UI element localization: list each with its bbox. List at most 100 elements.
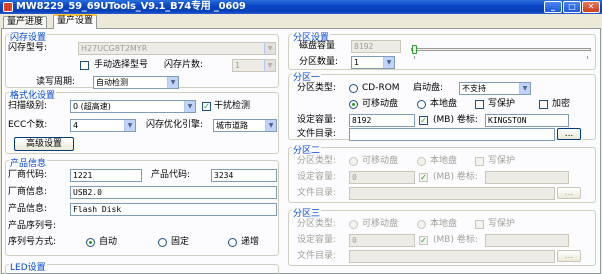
vendor-info-input[interactable]: USB2.0 — [70, 186, 277, 199]
set-capacity-input[interactable]: 8192 — [349, 114, 415, 127]
group-title: 格式化设置 — [9, 91, 57, 101]
removable-disk-label: 可移动盘 — [362, 99, 399, 109]
capacity-checkbox[interactable]: ✓ — [419, 116, 428, 125]
partition-settings-group: 分区设置 磁盘容量 8192 分区数量: 1 ▼ — [288, 34, 596, 70]
volume-label-input[interactable] — [485, 171, 569, 184]
group-title: 分区二 — [292, 146, 322, 156]
title-bar[interactable]: MW8229_59_69UTools_V9.1_B74专用 _0609 _ □ … — [0, 0, 602, 14]
group-title: LED设置 — [9, 263, 47, 273]
file-dir-input[interactable] — [349, 187, 555, 200]
flash-type-value: H27UCG8T2MYR — [81, 44, 148, 53]
partition-count-select[interactable]: 1 ▼ — [351, 56, 395, 69]
partition-2-group: 分区二 分区类型: 可移动盘 本地盘 写保护 设定容量: 0 ✓ (MB) 卷标… — [288, 147, 596, 203]
disk-capacity-input[interactable]: 8192 — [351, 40, 401, 53]
cdrom-label: CD-ROM — [362, 83, 400, 93]
maximize-button[interactable]: □ — [563, 1, 581, 13]
interference-label: 干扰检测 — [214, 101, 251, 111]
write-protect-checkbox[interactable] — [475, 220, 484, 229]
serial-mode-fixed-radio[interactable] — [158, 238, 167, 247]
minimize-button[interactable]: _ — [544, 1, 562, 13]
group-title: 产品信息 — [9, 159, 48, 169]
serial-mode-fixed-label: 固定 — [171, 237, 190, 247]
write-protect-label: 写保护 — [488, 219, 516, 229]
set-capacity-input[interactable]: 0 — [349, 171, 415, 184]
partition-slider-track[interactable] — [411, 48, 591, 51]
browse-button[interactable]: ... — [557, 187, 581, 199]
encrypt-checkbox[interactable] — [539, 100, 548, 109]
flash-settings-group: 闪存设置 闪存型号: H27UCG8T2MYR ▼ 手动选择型号 闪存片数: 1… — [5, 33, 279, 89]
group-title: 分区三 — [292, 209, 322, 219]
boot-disk-value: 不支持 — [462, 84, 486, 93]
write-protect-checkbox[interactable] — [475, 157, 484, 166]
flash-chips-label: 闪存片数: — [164, 60, 204, 70]
optimize-engine-select[interactable]: 城市道路 ▼ — [213, 119, 277, 132]
file-dir-input[interactable] — [349, 128, 555, 141]
serial-mode-increment-radio[interactable] — [228, 238, 237, 247]
removable-disk-radio[interactable] — [349, 220, 358, 229]
local-disk-radio[interactable] — [417, 157, 426, 166]
partition-type-label: 分区类型: — [297, 219, 337, 229]
volume-label-input[interactable] — [485, 234, 569, 247]
led-settings-group: LED设置 — [5, 264, 279, 274]
boot-disk-select[interactable]: 不支持 ▼ — [459, 82, 531, 95]
close-button[interactable]: ✕ — [582, 1, 600, 13]
flash-chips-select[interactable]: 1 ▼ — [232, 59, 276, 72]
vendor-code-input[interactable]: 1221 — [70, 169, 142, 182]
app-window: MW8229_59_69UTools_V9.1_B74专用 _0609 _ □ … — [0, 0, 602, 274]
manual-select-label: 手动选择型号 — [94, 60, 149, 70]
serial-mode-auto-radio[interactable] — [86, 238, 95, 247]
partition-type-label: 分区类型: — [297, 156, 337, 166]
removable-disk-radio[interactable] — [349, 100, 358, 109]
file-dir-label: 文件目录: — [297, 129, 337, 139]
group-title: 闪存设置 — [9, 33, 48, 43]
scan-level-select[interactable]: 0 (超高速) ▼ — [70, 100, 196, 113]
local-disk-radio[interactable] — [417, 220, 426, 229]
capacity-unit-label: (MB) 卷标: — [433, 115, 478, 125]
window-title: MW8229_59_69UTools_V9.1_B74专用 _0609 — [16, 1, 246, 12]
tab-strip: 量产进度 量产设置 — [0, 14, 602, 29]
cdrom-radio[interactable] — [349, 84, 358, 93]
capacity-checkbox[interactable]: ✓ — [419, 236, 428, 245]
manual-select-checkbox[interactable] — [80, 61, 89, 70]
partition-count-label: 分区数量: — [299, 57, 339, 67]
set-capacity-label: 设定容量: — [297, 235, 337, 245]
write-protect-checkbox[interactable] — [475, 100, 484, 109]
vendor-info-label: 厂商信息: — [8, 187, 48, 197]
file-dir-label: 文件目录: — [297, 188, 337, 198]
product-code-input[interactable]: 3234 — [211, 169, 277, 182]
set-capacity-input[interactable]: 0 — [349, 234, 415, 247]
write-protect-label: 写保护 — [488, 156, 516, 166]
ecc-select[interactable]: 4 ▼ — [70, 119, 136, 132]
removable-disk-radio[interactable] — [349, 157, 358, 166]
slider-tick — [414, 56, 415, 59]
flash-type-select[interactable]: H27UCG8T2MYR ▼ — [78, 42, 276, 55]
local-disk-label: 本地盘 — [430, 219, 458, 229]
partition-type-label: 分区类型: — [297, 83, 337, 93]
partition-3-group: 分区三 分区类型: 可移动盘 本地盘 写保护 设定容量: 0 ✓ (MB) 卷标… — [288, 210, 596, 266]
optimize-engine-label: 闪存优化引擎: — [146, 120, 204, 130]
local-disk-radio[interactable] — [417, 100, 426, 109]
capacity-checkbox[interactable]: ✓ — [419, 173, 428, 182]
ecc-value: 4 — [73, 121, 79, 130]
interference-checkbox[interactable]: ✓ — [202, 102, 211, 111]
browse-button[interactable]: ... — [557, 128, 581, 140]
tab-settings[interactable]: 量产设置 — [53, 14, 98, 29]
partition-slider-handle[interactable] — [412, 45, 417, 54]
browse-button[interactable]: ... — [557, 250, 581, 262]
partition-count-value: 1 — [354, 58, 360, 67]
chevron-down-icon: ▼ — [265, 120, 276, 131]
read-cycle-value: 自动检测 — [96, 78, 128, 87]
product-code-label: 产品代码: — [151, 170, 191, 180]
serial-number-label: 产品序列号: — [8, 221, 57, 231]
ecc-label: ECC个数: — [8, 120, 48, 130]
read-cycle-select[interactable]: 自动检测 ▼ — [93, 76, 179, 89]
advanced-settings-button[interactable]: 高级设置 — [14, 137, 74, 151]
volume-label-input[interactable]: KINGSTON — [485, 114, 569, 127]
vendor-code-label: 厂商代码: — [8, 170, 48, 180]
chevron-down-icon: ▼ — [124, 120, 135, 131]
file-dir-input[interactable] — [349, 250, 555, 263]
product-info-input[interactable]: Flash Disk — [70, 203, 277, 216]
scan-level-label: 扫描级别: — [8, 101, 48, 111]
capacity-unit-label: (MB) 卷标: — [433, 235, 478, 245]
read-cycle-label: 读写周期: — [36, 77, 76, 87]
